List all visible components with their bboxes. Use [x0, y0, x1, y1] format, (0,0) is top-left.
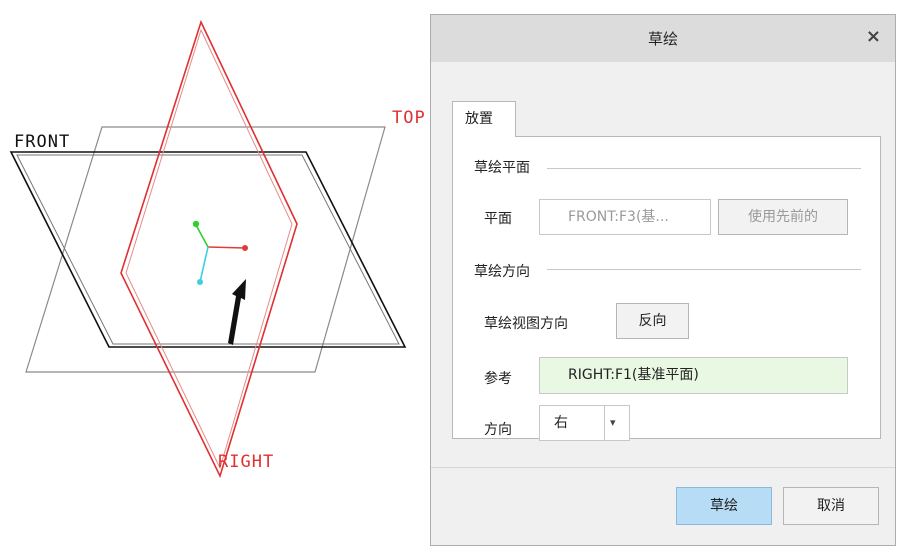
footer-divider	[431, 467, 895, 468]
plane-label: 平面	[484, 211, 512, 227]
direction-label: 方向	[484, 422, 512, 438]
select-divider	[604, 406, 605, 440]
tab-placement[interactable]: 放置	[452, 101, 516, 137]
cancel-button[interactable]: 取消	[783, 487, 879, 525]
chevron-down-icon[interactable]: ▾	[610, 406, 616, 440]
section-divider	[547, 168, 861, 169]
view-direction-label: 草绘视图方向	[484, 316, 568, 332]
sketch-plane-section-label: 草绘平面	[474, 160, 530, 176]
sketch-button[interactable]: 草绘	[676, 487, 772, 525]
close-icon[interactable]: ×	[866, 26, 881, 47]
flip-button[interactable]: 反向	[616, 303, 689, 339]
section-divider	[547, 269, 861, 270]
right-plane-inner	[125, 28, 293, 470]
top-plane-label: TOP	[392, 108, 426, 128]
sketch-orientation-section-label: 草绘方向	[474, 264, 530, 280]
front-plane-label: FRONT	[14, 132, 71, 152]
direction-select[interactable]: 右 ▾	[539, 405, 630, 441]
direction-value: 右	[554, 415, 568, 431]
placement-panel: 草绘平面 平面 FRONT:F3(基... 使用先前的 草绘方向 草绘视图方向 …	[452, 136, 881, 441]
coordinate-axes-icon	[192, 220, 248, 285]
datum-planes-view	[9, 19, 407, 479]
use-previous-button[interactable]: 使用先前的	[718, 199, 848, 235]
plane-field[interactable]: FRONT:F3(基...	[539, 199, 711, 235]
right-plane	[120, 19, 298, 479]
dialog-title: 草绘	[647, 30, 678, 48]
reference-label: 参考	[484, 371, 512, 387]
dialog-titlebar[interactable]: 草绘 ×	[431, 15, 895, 62]
top-plane	[25, 126, 386, 373]
right-plane-label: RIGHT	[218, 452, 275, 472]
graphics-viewport[interactable]: FRONT TOP RIGHT	[0, 0, 430, 557]
sketch-dialog: 草绘 × 放置 草绘平面 平面 FRONT:F3(基... 使用先前的 草绘方向…	[430, 14, 896, 546]
sketch-direction-arrow-icon	[228, 279, 246, 345]
reference-field[interactable]: RIGHT:F1(基准平面)	[539, 357, 848, 394]
